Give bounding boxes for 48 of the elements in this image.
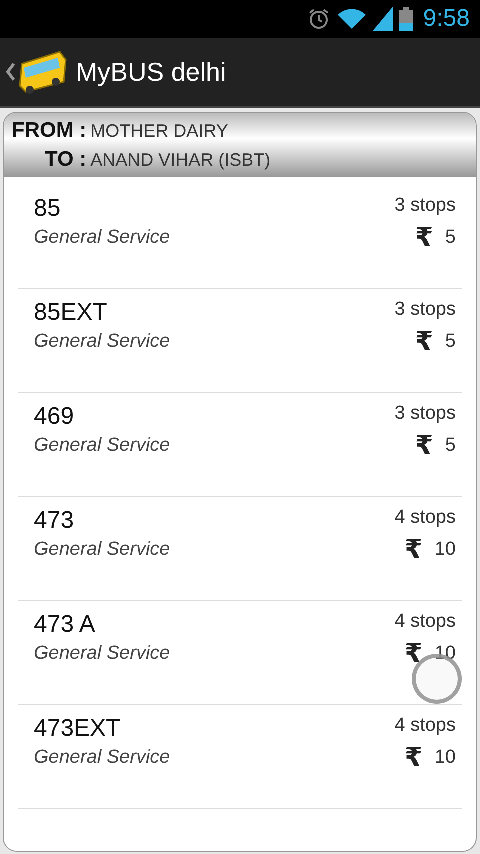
stop-count: 4 stops	[394, 507, 456, 530]
rupee-sign: ₹	[404, 535, 423, 565]
route-number: 473 A	[34, 611, 96, 639]
back-icon[interactable]	[6, 62, 16, 82]
route-row[interactable]: 85EXT 3 stops General Service ₹ 5	[18, 289, 462, 393]
fare-amount: 5	[445, 227, 456, 249]
service-type: General Service	[34, 331, 172, 354]
to-stop: ANAND VIHAR (ISBT)	[90, 150, 272, 171]
status-time: 9:58	[423, 5, 470, 33]
stop-count: 3 stops	[394, 299, 456, 322]
service-type: General Service	[34, 539, 172, 562]
rupee-sign: ₹	[415, 431, 434, 461]
fare-amount: 10	[434, 747, 456, 769]
to-label: TO :	[44, 148, 88, 172]
stop-count: 3 stops	[394, 195, 456, 218]
route-number: 85	[34, 195, 62, 223]
bus-icon[interactable]	[16, 50, 68, 94]
route-number: 469	[34, 403, 76, 431]
service-type: General Service	[34, 435, 172, 458]
from-stop: MOTHER DAIRY	[90, 121, 230, 142]
fare-amount: 5	[445, 331, 456, 353]
fare-amount: 10	[434, 539, 456, 561]
service-type: General Service	[34, 643, 172, 666]
route-row[interactable]: 85 3 stops General Service ₹ 5	[18, 185, 462, 289]
stop-count: 3 stops	[394, 403, 456, 426]
route-number: 473EXT	[34, 715, 122, 743]
rupee-sign: ₹	[404, 639, 423, 669]
alarm-icon	[307, 7, 332, 31]
rupee-sign: ₹	[415, 223, 434, 253]
app-title: MyBUS delhi	[76, 56, 226, 88]
route-row[interactable]: 469 3 stops General Service ₹ 5	[18, 393, 462, 497]
service-type: General Service	[34, 747, 172, 770]
fare-amount: 10	[434, 643, 456, 665]
battery-icon	[399, 7, 414, 31]
stop-count: 4 stops	[394, 715, 456, 738]
route-row[interactable]: 473 A 4 stops General Service ₹ 10	[18, 601, 462, 705]
route-number: 473	[34, 507, 76, 535]
route-number: 85EXT	[34, 299, 108, 327]
route-row[interactable]: 473EXT 4 stops General Service ₹ 10	[18, 705, 462, 809]
rupee-sign: ₹	[415, 327, 434, 357]
service-type: General Service	[34, 227, 172, 250]
fare-amount: 5	[445, 435, 456, 457]
wifi-icon	[337, 7, 368, 31]
from-label: FROM :	[12, 119, 88, 143]
route-row[interactable]: 473 4 stops General Service ₹ 10	[18, 497, 462, 601]
signal-icon	[373, 7, 394, 31]
rupee-sign: ₹	[404, 743, 423, 773]
stop-count: 4 stops	[394, 611, 456, 634]
